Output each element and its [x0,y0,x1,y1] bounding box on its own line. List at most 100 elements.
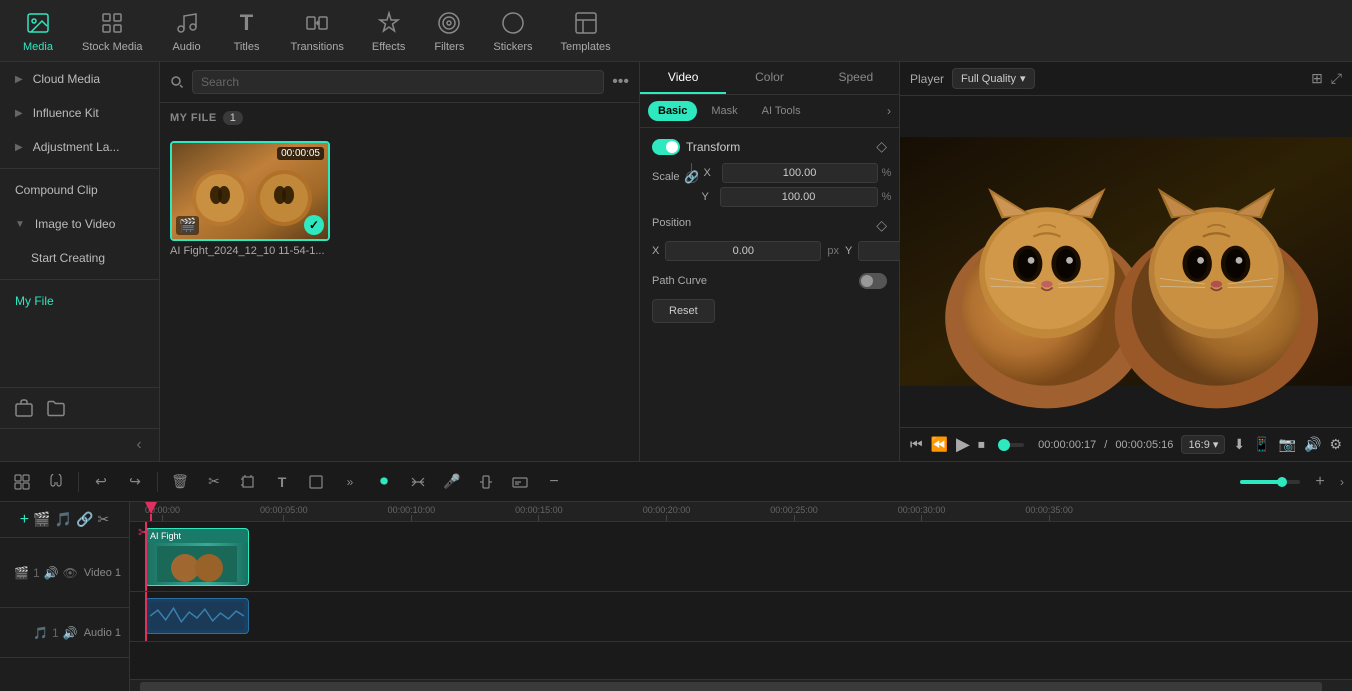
scale-y-input[interactable] [720,187,878,207]
subtab-basic[interactable]: Basic [648,101,697,121]
add-video-icon[interactable]: 🎬 [33,511,50,528]
add-link-icon[interactable]: 🔗 [76,511,93,528]
nav-label-templates: Templates [560,41,610,53]
nav-item-effects[interactable]: Effects [358,3,419,59]
position-x-input[interactable] [665,241,821,261]
video-clip[interactable]: AI Fight [145,528,249,586]
nav-item-templates[interactable]: Templates [546,3,624,59]
media-thumb[interactable]: 00:00:05 🎬 ✓ [170,141,330,241]
ruler: 00:00:00 00:00:05:00 00:00:10:00 00 [130,502,1352,522]
link-icon[interactable]: 🔗 [686,171,698,183]
path-curve-toggle[interactable] [859,273,887,289]
undo-btn[interactable]: ↩ [87,468,115,496]
play-btn[interactable]: ▶ [956,434,970,455]
voice-btn[interactable]: 🎤 [438,468,466,496]
nav-item-transitions[interactable]: Transitions [277,3,358,59]
sidebar-label-cloud-media: Cloud Media [33,72,100,86]
snapshot-btn[interactable]: 📷 [1279,436,1296,453]
transform-keyframe[interactable]: ◇ [876,138,887,155]
redo-btn[interactable]: ↪ [121,468,149,496]
position-keyframe[interactable]: ◇ [876,217,887,234]
add-audio-icon[interactable]: 🎵 [55,511,72,528]
text-tool[interactable]: T [268,468,296,496]
grid-view-icon[interactable]: ⊞ [1311,70,1323,87]
player-ratio-dropdown[interactable]: 16:9 ▾ [1181,435,1225,454]
audio-btn[interactable]: 🔊 [1304,436,1321,453]
forward-btn[interactable]: » [336,468,364,496]
effects-icon [375,9,403,37]
nav-item-media[interactable]: Media [8,3,68,59]
add-track-icon[interactable]: + [20,511,29,529]
skip-back-btn[interactable]: ⏮ [910,436,923,453]
sidebar-item-start-creating[interactable]: Start Creating [0,241,159,275]
scrollbar-thumb[interactable] [140,682,1322,691]
step-back-btn[interactable]: ⏪ [931,436,948,453]
player-quality-dropdown[interactable]: Full Quality ▾ [952,68,1035,89]
audio-clip[interactable] [145,598,249,634]
magnet-tool[interactable] [42,468,70,496]
scale-x-input[interactable] [722,163,878,183]
import-icon[interactable] [12,396,36,420]
rect-tool[interactable] [302,468,330,496]
share-btn[interactable]: 📱 [1253,436,1270,453]
reset-button[interactable]: Reset [652,299,715,323]
search-bar: ••• [160,62,639,103]
props-panel: Video Color Speed Basic Mask AI Tools › … [640,62,900,461]
video-track-audio-icon[interactable]: 🔊 [44,566,59,580]
sidebar-item-adjustment-la[interactable]: ▶ Adjustment La... [0,130,159,164]
sidebar-item-compound-clip[interactable]: Compound Clip [0,173,159,207]
nav-item-audio[interactable]: Audio [157,3,217,59]
settings-btn[interactable]: ⚙ [1329,436,1342,453]
scale-row: Scale 🔗 X % ◇ Y [652,163,887,207]
audio-track-mute-icon[interactable]: 🔊 [63,626,78,640]
keyframe-btn[interactable] [472,468,500,496]
nav-item-stickers[interactable]: Stickers [479,3,546,59]
ruler-time-6: 00:00:30:00 [898,505,946,515]
tab-video[interactable]: Video [640,62,726,94]
ruler-tick-5 [794,515,795,521]
nav-label-effects: Effects [372,41,405,53]
tab-speed[interactable]: Speed [813,62,899,94]
sidebar-item-image-to-video[interactable]: ▼ Image to Video [0,207,159,241]
more-options-btn[interactable]: ••• [612,73,629,91]
playhead-indicator[interactable] [145,502,157,522]
folder-icon[interactable] [44,396,68,420]
progress-thumb[interactable] [998,439,1010,451]
search-input[interactable] [192,70,604,94]
crop-btn[interactable] [234,468,262,496]
nav-item-stock-media[interactable]: Stock Media [68,3,157,59]
video-track-eye-icon[interactable]: 👁 [63,566,78,580]
transform-toggle[interactable] [652,139,680,155]
more-btn[interactable]: › [1340,475,1344,489]
ruler-mark-3: 00:00:15:00 [515,505,563,521]
zoom-track[interactable] [1240,480,1300,484]
zoom-in-btn[interactable]: + [1306,468,1334,496]
timeline-scrollbar[interactable] [130,679,1352,691]
detach-audio-btn[interactable] [404,468,432,496]
templates-icon [572,9,600,37]
collapse-sidebar-icon[interactable]: ‹ [127,433,151,457]
subtab-mask[interactable]: Mask [701,101,747,121]
arrow-icon: ▼ [15,219,25,230]
multicam-tool[interactable] [8,468,36,496]
stop-btn[interactable]: ⏹ [978,436,985,453]
fullscreen-icon[interactable]: ⤢ [1331,70,1342,87]
zoom-out-btn[interactable]: − [540,468,568,496]
record-btn[interactable]: ⏺ [370,468,398,496]
zoom-thumb[interactable] [1277,477,1287,487]
nav-item-filters[interactable]: Filters [419,3,479,59]
ruler-mark-1: 00:00:05:00 [260,505,308,521]
tab-color[interactable]: Color [726,62,812,94]
delete-btn[interactable]: 🗑 [166,468,194,496]
add-cut-icon[interactable]: ✂ [97,511,109,528]
subtitle-btn[interactable] [506,468,534,496]
sidebar-item-influence-kit[interactable]: ▶ Influence Kit [0,96,159,130]
export-btn[interactable]: ⬇ [1233,436,1245,453]
sidebar-item-my-file[interactable]: My File [0,284,159,318]
subtabs-arrow[interactable]: › [887,104,891,118]
subtab-ai-tools[interactable]: AI Tools [752,101,811,121]
nav-item-titles[interactable]: T Titles [217,3,277,59]
player-progress-bar[interactable] [999,443,1024,447]
sidebar-item-cloud-media[interactable]: ▶ Cloud Media [0,62,159,96]
cut-btn[interactable]: ✂ [200,468,228,496]
